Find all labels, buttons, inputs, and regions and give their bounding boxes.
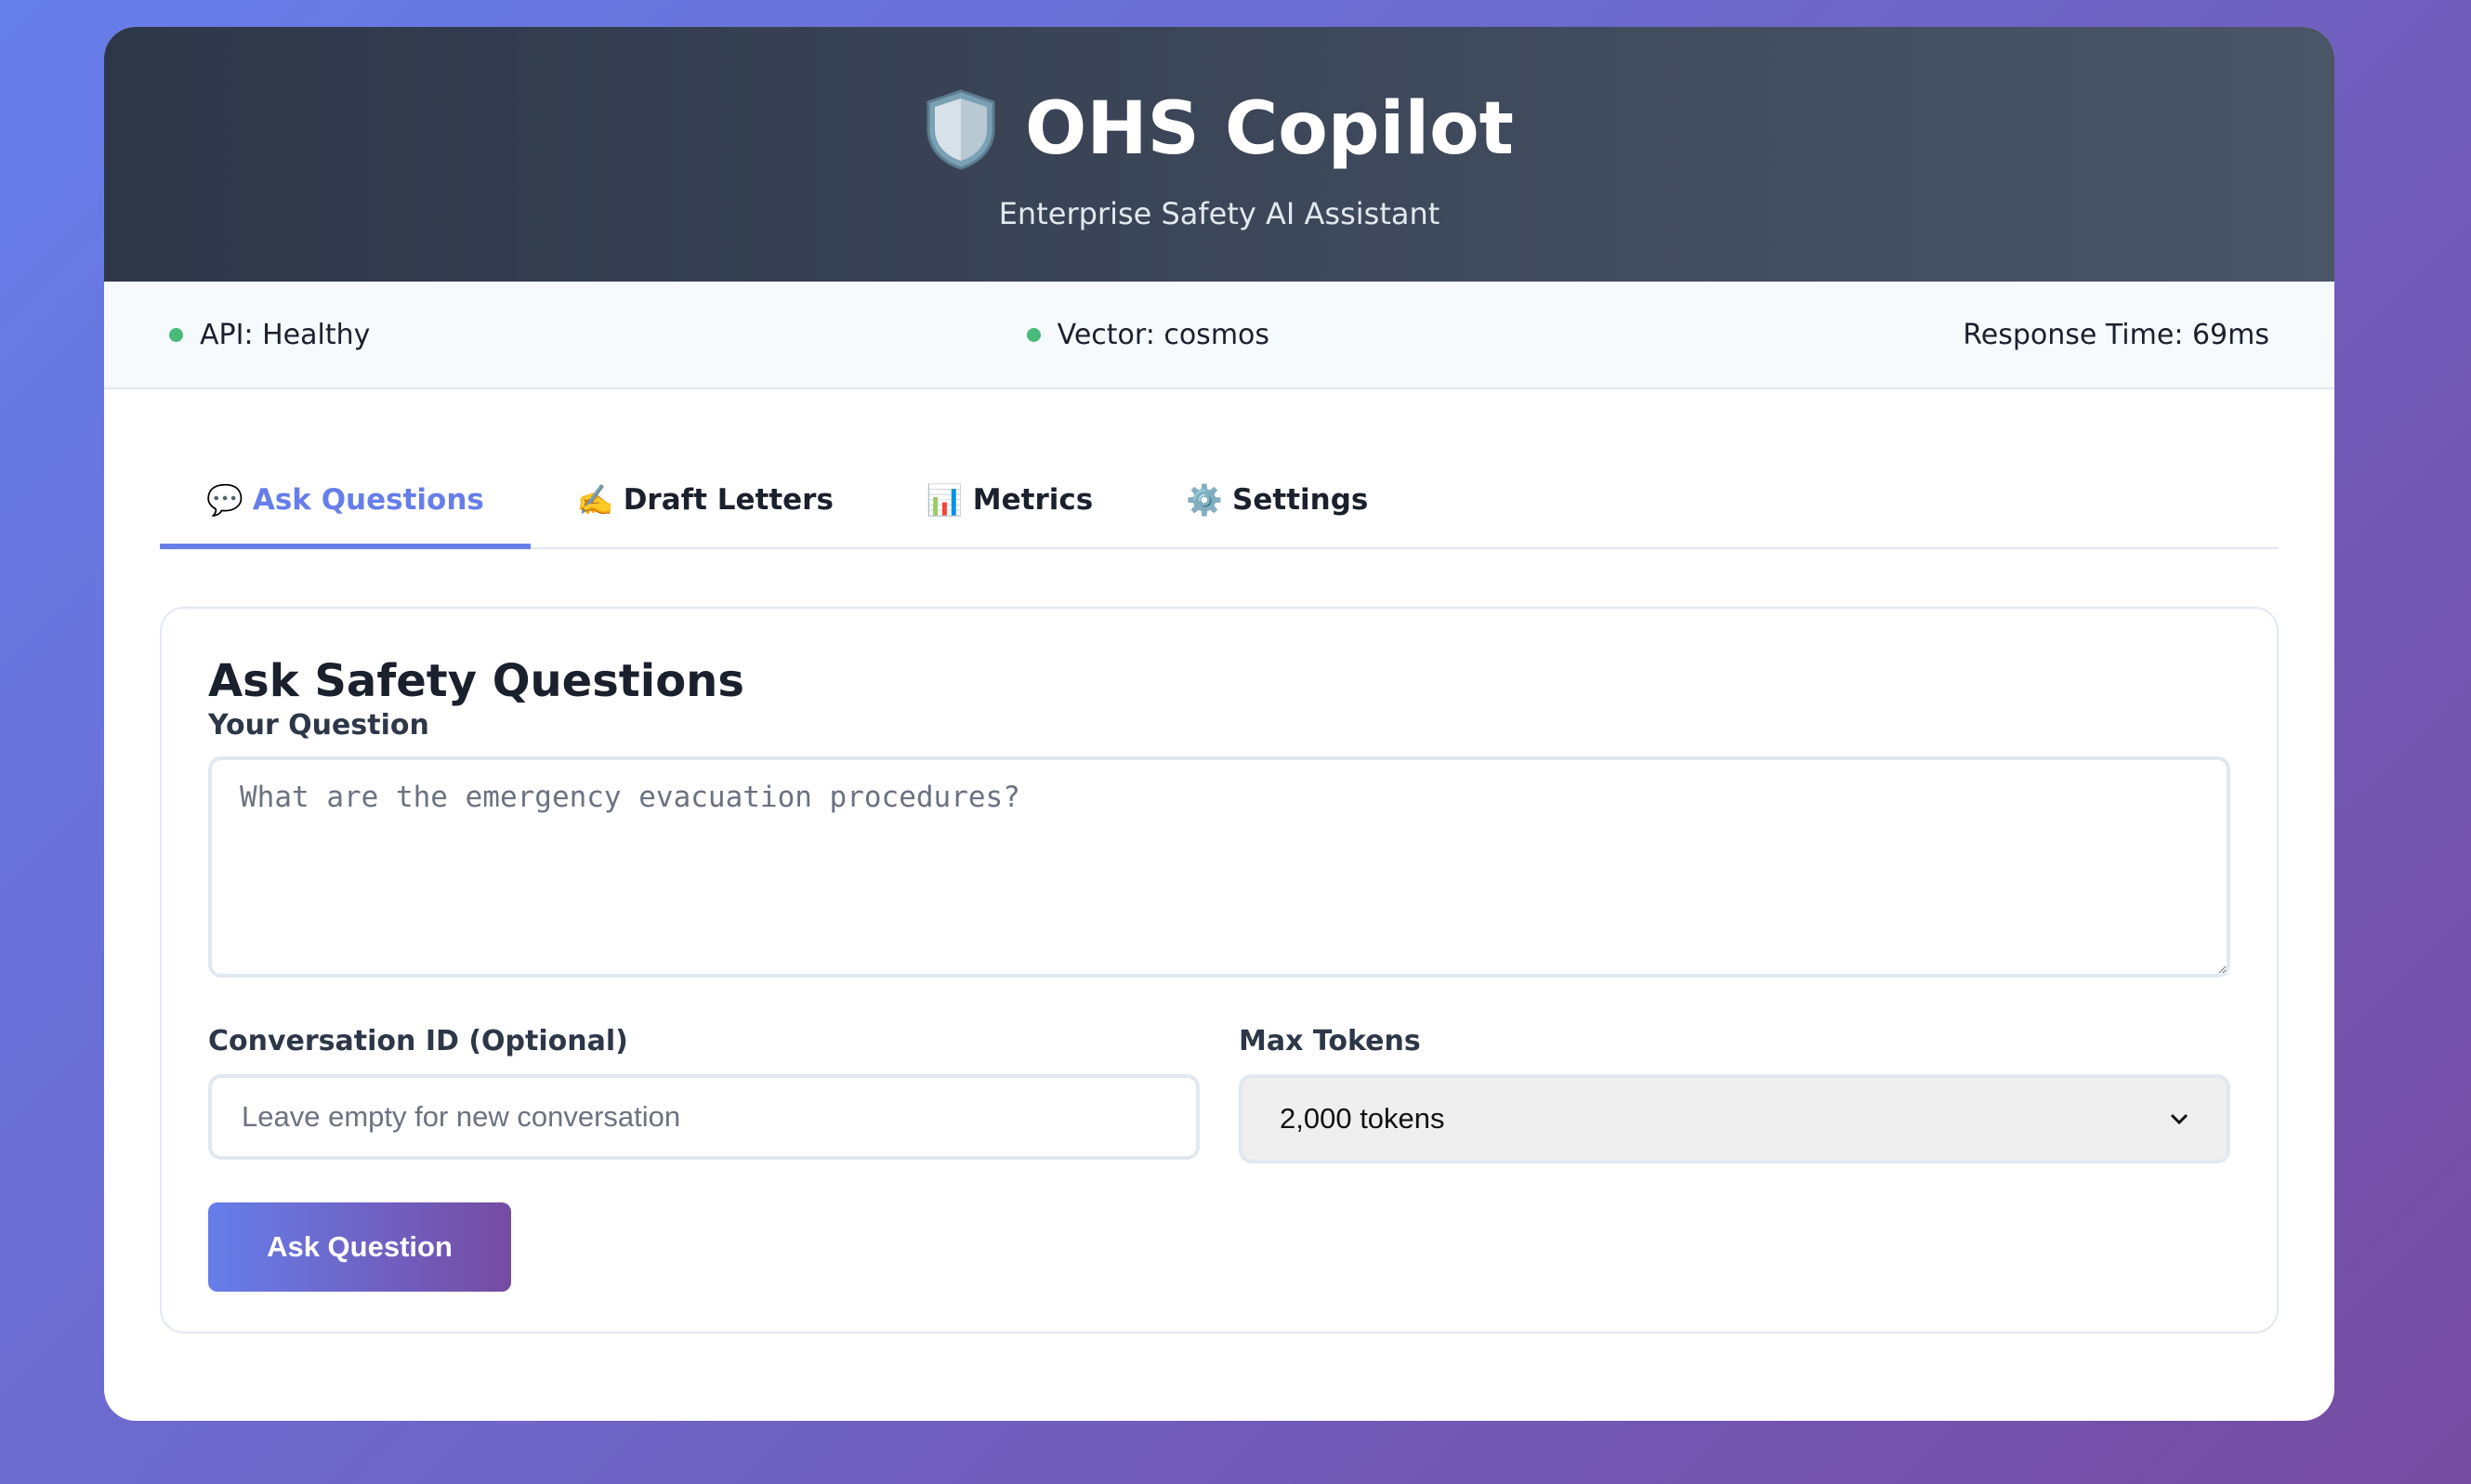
api-status: API: Healthy [169,319,370,351]
shield-icon [927,89,995,170]
max-tokens-column: Max Tokens 2,000 tokens [1239,1025,2230,1163]
conversation-id-label: Conversation ID (Optional) [208,1025,628,1057]
main-content: 💬 Ask Questions ✍️ Draft Letters 📊 Metri… [104,456,2334,1333]
vector-status-text: Vector: cosmos [1057,318,1270,351]
tab-label: Draft Letters [623,483,834,517]
app-subtitle: Enterprise Safety AI Assistant [998,196,1440,231]
vector-status: Vector: cosmos [1026,318,1270,351]
status-dot-icon [169,327,183,342]
max-tokens-value: 2,000 tokens [1280,1102,1445,1135]
app-title: OHS Copilot [1025,87,1514,171]
chevron-down-icon [2170,1113,2188,1125]
tab-label: Ask Questions [252,483,484,517]
ask-panel: Ask Safety Questions Your Question Conve… [160,607,2279,1333]
panel-title: Ask Safety Questions [208,655,744,707]
tab-bar: 💬 Ask Questions ✍️ Draft Letters 📊 Metri… [160,456,2279,549]
question-input[interactable] [208,756,2230,978]
tab-ask-questions[interactable]: 💬 Ask Questions [160,456,531,549]
conversation-column: Conversation ID (Optional) [208,1025,1200,1163]
bar-chart-icon: 📊 [926,482,964,518]
tab-label: Metrics [972,483,1094,517]
options-row: Conversation ID (Optional) Max Tokens 2,… [208,1025,2230,1163]
tab-metrics[interactable]: 📊 Metrics [880,456,1139,549]
response-time: Response Time: 69ms [1963,319,2269,351]
gear-icon: ⚙️ [1186,482,1224,518]
writing-hand-icon: ✍️ [576,482,614,518]
speech-bubble-icon: 💬 [206,482,243,518]
tab-draft-letters[interactable]: ✍️ Draft Letters [531,456,880,549]
app-header: OHS Copilot Enterprise Safety AI Assista… [104,27,2334,282]
max-tokens-label: Max Tokens [1239,1025,1421,1057]
ask-question-button[interactable]: Ask Question [208,1202,511,1292]
status-bar: API: Healthy Vector: cosmos Response Tim… [104,282,2334,389]
response-time-text: Response Time: 69ms [1963,318,2269,351]
question-label: Your Question [208,709,429,742]
api-status-text: API: Healthy [200,318,371,351]
app-card: OHS Copilot Enterprise Safety AI Assista… [104,27,2334,1421]
conversation-id-input[interactable] [208,1074,1200,1160]
title-row: OHS Copilot [104,83,2334,176]
tab-label: Settings [1232,483,1369,517]
max-tokens-select[interactable]: 2,000 tokens [1239,1074,2230,1163]
tab-settings[interactable]: ⚙️ Settings [1139,456,1414,549]
status-dot-icon [1026,327,1041,342]
